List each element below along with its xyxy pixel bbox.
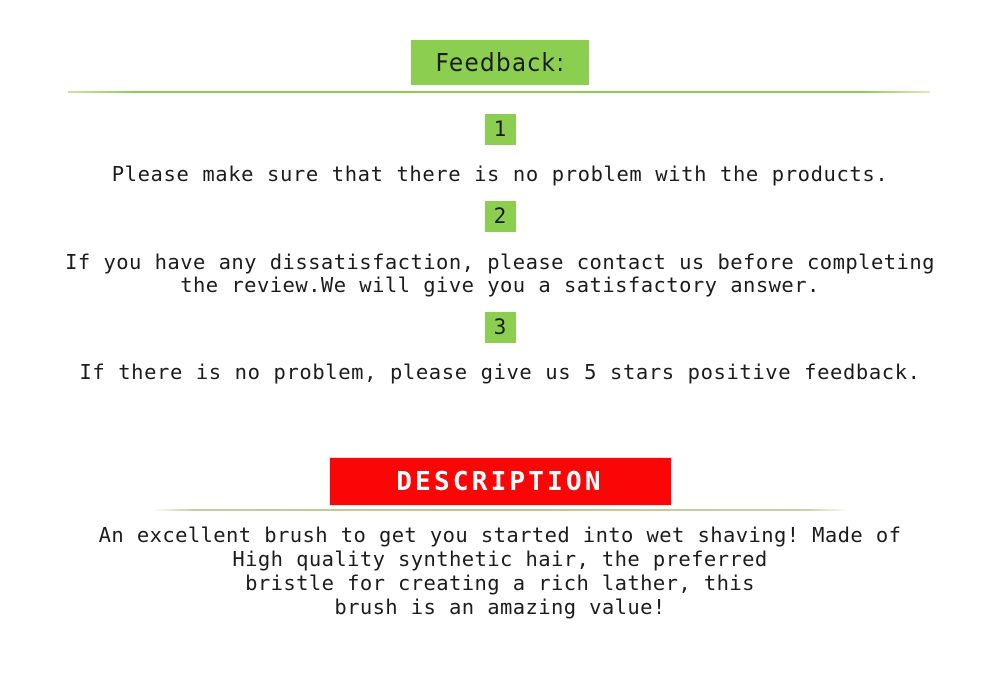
- feedback-header: Feedback:: [0, 39, 1000, 85]
- promo-panel: Feedback: 1 Please make sure that there …: [0, 0, 1000, 680]
- description-body-text: An excellent brush to get you started in…: [98, 523, 902, 619]
- feedback-step-text-2: If you have any dissatisfaction, please …: [65, 250, 935, 297]
- description-divider: [152, 509, 850, 511]
- step-number-3: 3: [484, 312, 516, 343]
- step-number-1: 1: [484, 114, 516, 145]
- feedback-step-badge-1: 1: [0, 114, 1000, 145]
- description-header: DESCRIPTION: [0, 458, 1000, 505]
- description-title-text: DESCRIPTION: [396, 466, 604, 497]
- feedback-step-text-1: Please make sure that there is no proble…: [111, 162, 889, 186]
- feedback-step-text-3: If there is no problem, please give us 5…: [79, 360, 921, 384]
- feedback-title-text: Feedback:: [435, 47, 565, 77]
- feedback-divider: [68, 91, 930, 93]
- step-number-2: 2: [484, 201, 516, 232]
- description-title-banner: DESCRIPTION: [329, 458, 671, 505]
- feedback-title-badge: Feedback:: [411, 39, 589, 85]
- feedback-step-badge-3: 3: [0, 312, 1000, 343]
- feedback-step-badge-2: 2: [0, 201, 1000, 232]
